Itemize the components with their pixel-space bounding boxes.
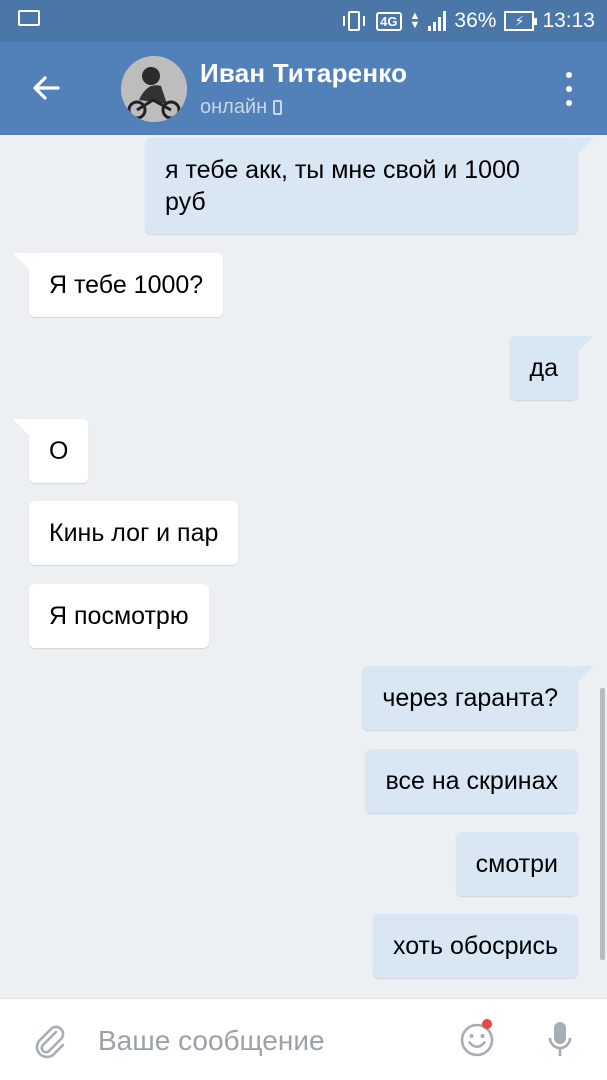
paperclip-icon bbox=[35, 1025, 65, 1059]
vibrate-icon bbox=[343, 11, 366, 31]
dot bbox=[566, 72, 572, 78]
dot bbox=[566, 86, 572, 92]
battery-percent: 36% bbox=[454, 9, 497, 32]
attach-button[interactable] bbox=[30, 1021, 68, 1059]
message-incoming[interactable]: Я тебе 1000? bbox=[12, 253, 224, 317]
emoji-notification-dot bbox=[482, 1019, 492, 1029]
scrollbar[interactable] bbox=[600, 688, 605, 960]
message-composer bbox=[0, 998, 607, 1080]
message-outgoing[interactable]: я тебе акк, ты мне свой и 1000 руб bbox=[145, 138, 594, 234]
message-incoming[interactable]: Я посмотрю bbox=[29, 584, 209, 648]
contact-name[interactable]: Иван Титаренко bbox=[200, 58, 407, 89]
message-incoming[interactable]: Кинь лог и пар bbox=[29, 501, 239, 565]
dot bbox=[566, 100, 572, 106]
status-bar: 4G ▲ ▼ 36% ⚡ 13:13 bbox=[0, 0, 607, 42]
message-outgoing[interactable]: да bbox=[509, 336, 594, 400]
message-outgoing[interactable]: все на скринах bbox=[365, 749, 578, 813]
more-options-button[interactable] bbox=[559, 72, 579, 106]
message-incoming[interactable]: О bbox=[12, 419, 89, 483]
clock: 13:13 bbox=[542, 9, 595, 32]
gallery-notification-icon bbox=[18, 10, 40, 26]
battery-charging-icon: ⚡ bbox=[504, 11, 538, 31]
status-bar-indicators: 4G ▲ ▼ 36% ⚡ 13:13 bbox=[343, 0, 595, 42]
message-outgoing[interactable]: хоть обосрись bbox=[372, 914, 578, 978]
data-activity-icon: ▲ ▼ bbox=[409, 10, 421, 31]
message-outgoing[interactable]: через гаранта? bbox=[362, 666, 594, 730]
message-outgoing[interactable]: смотри bbox=[455, 832, 578, 896]
avatar-photo bbox=[121, 56, 187, 122]
voice-message-button[interactable] bbox=[546, 1019, 574, 1059]
contact-status-text: онлайн bbox=[200, 96, 268, 118]
contact-avatar[interactable] bbox=[121, 56, 187, 122]
chat-header: Иван Титаренко онлайн bbox=[0, 42, 607, 135]
message-input[interactable] bbox=[96, 1017, 440, 1065]
mobile-phone-icon bbox=[273, 100, 283, 115]
contact-status: онлайн bbox=[200, 96, 283, 119]
network-type-badge: 4G bbox=[376, 11, 402, 31]
arrow-left-icon bbox=[33, 76, 60, 100]
microphone-icon bbox=[548, 1022, 572, 1056]
back-button[interactable] bbox=[28, 70, 64, 106]
signal-icon bbox=[428, 11, 447, 31]
